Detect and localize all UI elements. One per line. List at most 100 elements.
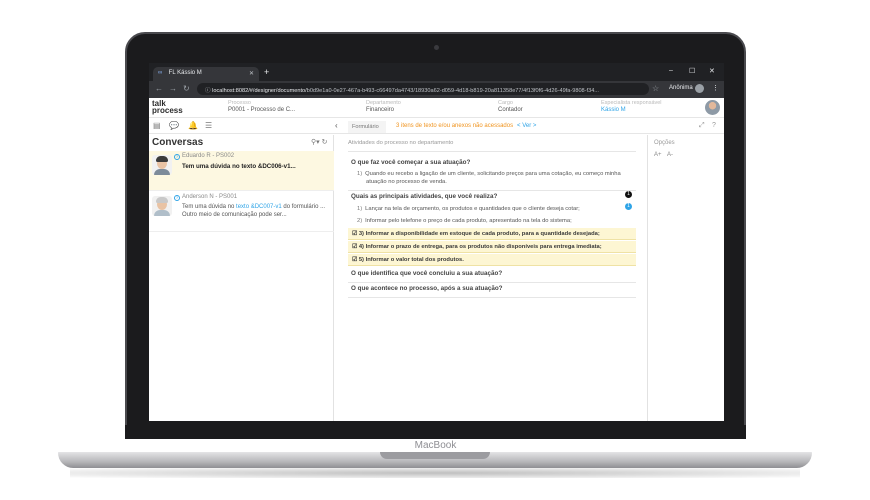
conversation-author: Eduardo R - PS002 xyxy=(182,153,235,159)
divider xyxy=(348,151,636,152)
process-field: Processo P0001 - Processo de C... xyxy=(228,100,295,113)
app-header: talk process Processo P0001 - Processo d… xyxy=(149,98,724,118)
laptop-mockup: MacBook ∞ FL Kássio M ✕ + – ☐ ✕ ← → ↻ ⓘ … xyxy=(0,0,870,500)
user-avatar[interactable] xyxy=(705,100,720,115)
profile-label[interactable]: Anônima xyxy=(669,85,693,91)
help-icon[interactable]: ? xyxy=(712,122,716,129)
item-text: Lançar na tela de orçamento, os produtos… xyxy=(365,206,580,212)
webcam xyxy=(434,45,439,50)
conversation-message: Tem uma dúvida no texto &DC006-v1... xyxy=(182,163,296,170)
chat-icon[interactable]: 💬 xyxy=(169,121,179,130)
answer-text: Quando eu recebo a ligação de um cliente… xyxy=(365,171,621,177)
process-label: Processo xyxy=(228,100,251,106)
item-number: 4) xyxy=(358,244,364,250)
department-value: Financeiro xyxy=(366,107,395,113)
incognito-icon[interactable] xyxy=(695,84,704,93)
reload-icon[interactable]: ↻ xyxy=(183,84,190,93)
app-toolbar: ▤ 💬 🔔 ☰ ‹ Formulário 3 itens de texto e/… xyxy=(149,119,724,134)
question-icon: ? xyxy=(174,154,180,160)
collapse-panel-icon[interactable]: ‹ xyxy=(335,121,338,130)
attachment-count-badge[interactable]: 1 xyxy=(625,203,632,210)
tab-title: FL Kássio M xyxy=(168,70,202,76)
avatar xyxy=(152,155,172,175)
document-icon[interactable]: ▤ xyxy=(153,121,161,130)
browser-tab-bar: ∞ FL Kássio M ✕ + – ☐ ✕ xyxy=(149,63,724,81)
next-icon[interactable]: > xyxy=(533,123,537,129)
check-icon: ☑ xyxy=(352,257,359,263)
close-window-button[interactable]: ✕ xyxy=(709,67,715,75)
laptop-shadow xyxy=(70,468,800,478)
specialist-value[interactable]: Kássio M xyxy=(601,107,662,113)
screen: ∞ FL Kássio M ✕ + – ☐ ✕ ← → ↻ ⓘ localhos… xyxy=(149,63,724,421)
ver-link[interactable]: Ver xyxy=(522,123,531,129)
logo-bottom: process xyxy=(152,106,183,115)
comment-count-badge[interactable]: 1 xyxy=(625,191,632,198)
answer-text-cont: atuação no processo de venda. xyxy=(366,179,447,185)
specialist-field: Especialista responsável Kássio M xyxy=(601,100,662,113)
bookmark-star-icon[interactable]: ☆ xyxy=(652,84,659,93)
conversations-title: Conversas xyxy=(152,137,204,148)
search-filter-icon[interactable]: ⚲▾ xyxy=(311,139,320,146)
role-value: Contador xyxy=(498,107,523,113)
question-1: O que faz você começar a sua atuação? xyxy=(351,159,471,166)
list-icon[interactable]: ☰ xyxy=(205,121,212,130)
font-decrease-button[interactable]: A- xyxy=(667,152,673,158)
options-panel: Opções A+ A- xyxy=(647,135,724,421)
role-field: Cargo Contador xyxy=(498,100,523,113)
minimize-button[interactable]: – xyxy=(669,67,673,74)
back-icon[interactable]: ← xyxy=(155,84,163,93)
font-increase-button[interactable]: A+ xyxy=(654,152,662,158)
laptop-chin xyxy=(125,425,746,439)
new-tab-button[interactable]: + xyxy=(264,67,269,77)
prev-icon[interactable]: < xyxy=(517,123,521,129)
highlighted-item[interactable]: ☑ 4) Informar o prazo de entrega, para o… xyxy=(348,241,636,253)
refresh-icon[interactable]: ↻ xyxy=(322,139,328,146)
forward-icon[interactable]: → xyxy=(169,84,177,93)
highlighted-item[interactable]: ☑ 3) Informar a disponibilidade em estoq… xyxy=(348,228,636,240)
message-line2: Outro meio de comunicação pode ser... xyxy=(182,212,287,218)
conversation-item[interactable]: ? Anderson N - PS001 Tem uma dúvida no t… xyxy=(149,192,334,232)
warning-nav[interactable]: < Ver > xyxy=(517,123,536,129)
talkprocess-logo[interactable]: talk process xyxy=(152,100,183,115)
conversation-message: Tem uma dúvida no texto &DC007-v1 do for… xyxy=(182,203,332,219)
item-text: Informar o valor total dos produtos. xyxy=(365,257,464,263)
specialist-label: Especialista responsável xyxy=(601,100,662,106)
divider xyxy=(348,282,636,283)
browser-tab[interactable]: ∞ FL Kássio M ✕ xyxy=(153,67,259,81)
close-tab-icon[interactable]: ✕ xyxy=(249,70,254,77)
item-number: 5) xyxy=(358,257,364,263)
maximize-button[interactable]: ☐ xyxy=(689,67,695,75)
infinity-icon: ∞ xyxy=(158,70,163,76)
process-value: P0001 - Processo de C... xyxy=(228,107,296,113)
question-3: O que identifica que você concluiu a sua… xyxy=(351,270,503,277)
browser-address-bar: ← → ↻ ⓘ localhost:8082/#/designer/docume… xyxy=(149,81,724,98)
form-subtitle: Atividades do processo no departamento xyxy=(348,140,454,146)
item-number: 3) xyxy=(358,231,364,237)
divider xyxy=(348,190,636,191)
conversations-panel: Conversas ⚲▾ ↻ ? Eduardo R - PS002 Tem u… xyxy=(149,135,334,421)
highlighted-item[interactable]: ☑ 5) Informar o valor total dos produtos… xyxy=(348,254,636,266)
tab-formulario[interactable]: Formulário xyxy=(348,121,386,133)
department-label: Departamento xyxy=(366,100,401,106)
check-icon: ☑ xyxy=(352,244,359,250)
bell-icon[interactable]: 🔔 xyxy=(188,121,198,130)
options-title: Opções xyxy=(654,140,675,146)
message-suffix: do formulário ... xyxy=(281,204,326,210)
question-4: O que acontece no processo, após a sua a… xyxy=(351,285,503,292)
answer-1: 1) Quando eu recebo a ligação de um clien… xyxy=(357,170,627,186)
conversation-item[interactable]: ? Eduardo R - PS002 Tem uma dúvida no te… xyxy=(149,151,334,191)
browser-menu-icon[interactable]: ⋮ xyxy=(712,84,719,92)
expand-icon[interactable]: ⤢ xyxy=(699,122,705,130)
conversation-author: Anderson N - PS001 xyxy=(182,194,238,200)
list-item: 2) Informar pelo telefone o preço de cada… xyxy=(357,217,627,225)
url-path: b0d9e1a0-0e27-467a-b493-c66497da4743/189… xyxy=(306,88,599,94)
divider xyxy=(348,297,636,298)
list-item: 1) Lançar na tela de orçamento, os produt… xyxy=(357,205,627,213)
answer-number: 1) xyxy=(357,171,363,177)
url-input[interactable]: ⓘ localhost:8082/#/designer/documento/b0… xyxy=(197,83,649,95)
item-number: 1) xyxy=(357,206,363,212)
url-host: localhost:8082/#/designer/documento/ xyxy=(212,88,307,94)
laptop-notch xyxy=(380,452,490,459)
conversation-tools: ⚲▾ ↻ xyxy=(311,138,327,146)
message-link[interactable]: texto &DC007-v1 xyxy=(236,204,282,210)
